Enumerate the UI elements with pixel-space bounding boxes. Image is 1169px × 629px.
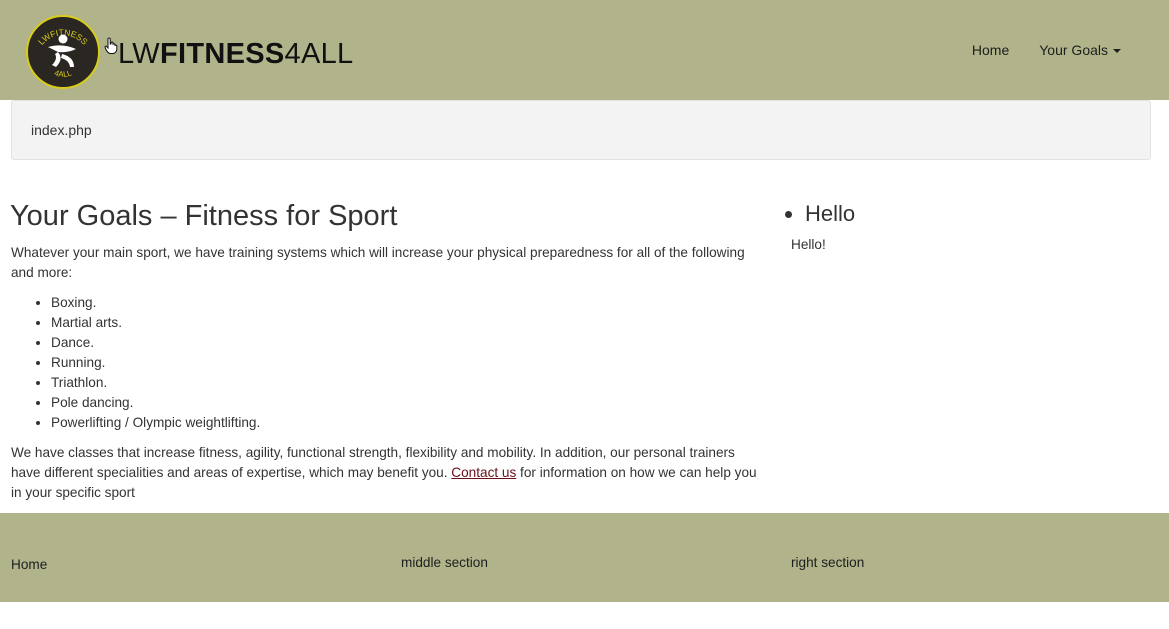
brand-name[interactable]: LWFITNESS4ALL [118,36,353,72]
nav-your-goals-dropdown[interactable]: Your Goals [1039,42,1121,58]
sidebar-heading: Hello [805,200,855,228]
main-nav: Home Your Goals [972,40,1121,60]
sidebar-text: Hello! [791,237,826,252]
brand-name-suffix: 4ALL [284,38,354,70]
contact-us-link[interactable]: Contact us [451,465,516,480]
page-title: Your Goals – Fitness for Sport [10,200,398,232]
list-item: Dance. [51,333,260,353]
logo-text-bottom: 4ALL [53,68,73,79]
list-item: Triathlon. [51,373,260,393]
runner-logo-icon: LWFITNESS 4ALL [36,27,90,79]
brand-name-prefix: LW [118,38,160,70]
brand-logo[interactable]: LWFITNESS 4ALL [26,15,100,89]
list-item: Powerlifting / Olympic weightlifting. [51,413,260,433]
nav-home-label: Home [971,42,1010,58]
outro-paragraph: We have classes that increase fitness, a… [11,443,763,503]
footer-middle-section: middle section [401,555,488,570]
list-item: Boxing. [51,293,260,313]
list-item: Running. [51,353,260,373]
list-item: Martial arts. [51,313,260,333]
nav-your-goals-label: Your Goals [1039,42,1108,58]
footer-home-link[interactable]: Home [11,557,47,572]
svg-text:4ALL: 4ALL [53,68,73,79]
intro-paragraph: Whatever your main sport, we have traini… [11,245,745,280]
caret-down-icon [1113,49,1121,54]
sidebar-widget: Hello [791,200,855,228]
breadcrumb-text: index.php [31,122,92,138]
footer-right-section: right section [791,555,865,570]
footer: Home middle section right section [0,513,1169,602]
top-navbar: LWFITNESS 4ALL LWFITNESS4ALL Home Your G… [0,0,1169,100]
nav-home-link[interactable]: Home [972,42,1009,58]
list-item: Pole dancing. [51,393,260,413]
hand-cursor-icon [104,37,118,54]
breadcrumb: index.php [11,100,1151,160]
sport-list: Boxing. Martial arts. Dance. Running. Tr… [11,293,260,433]
brand-name-bold: FITNESS [159,38,285,70]
